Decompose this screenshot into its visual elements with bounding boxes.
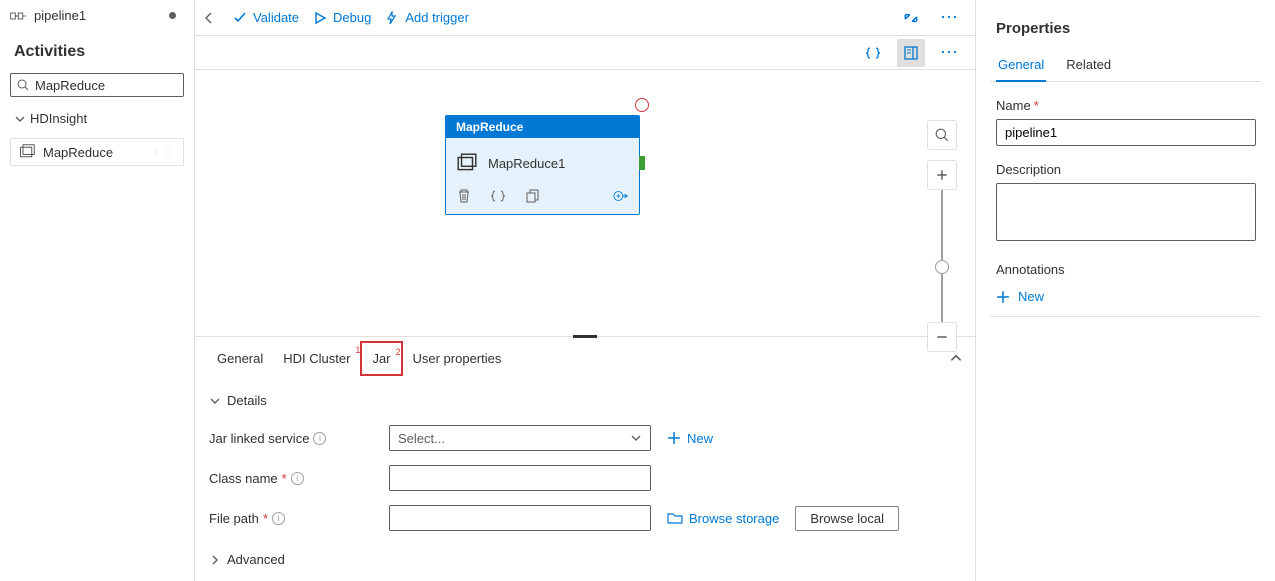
tab-general[interactable]: General	[207, 341, 273, 376]
file-path-input[interactable]	[389, 505, 651, 531]
pipeline-tab[interactable]: pipeline1	[0, 0, 194, 29]
trigger-icon	[385, 11, 399, 25]
jar-linked-service-select[interactable]: Select...	[389, 425, 651, 451]
tab-hdi-label: HDI Cluster	[283, 351, 350, 366]
new-linked-service-button[interactable]: New	[667, 431, 713, 446]
required-asterisk: *	[282, 471, 287, 486]
check-icon	[233, 11, 247, 25]
required-asterisk: *	[1034, 98, 1039, 113]
description-label: Description	[996, 162, 1061, 177]
collapse-panel-icon[interactable]	[949, 351, 963, 365]
chevron-down-icon	[14, 113, 26, 125]
details-section-toggle[interactable]: Details	[209, 385, 961, 418]
more-icon[interactable]: ⋯	[935, 39, 963, 67]
expand-icon[interactable]	[897, 4, 925, 32]
more-top-icon[interactable]: ⋯	[935, 4, 963, 32]
advanced-section-toggle[interactable]: Advanced	[209, 538, 961, 567]
search-icon	[17, 79, 29, 91]
mapreduce-icon	[19, 144, 35, 160]
chevron-down-icon	[630, 432, 642, 444]
delete-icon[interactable]	[456, 188, 472, 204]
node-error-indicator	[635, 98, 649, 112]
node-header: MapReduce	[446, 116, 639, 138]
props-tab-general[interactable]: General	[996, 49, 1046, 82]
properties-title: Properties	[990, 0, 1261, 49]
add-trigger-button[interactable]: Add trigger	[385, 10, 469, 25]
activity-label: MapReduce	[43, 145, 113, 160]
category-hdinsight[interactable]: HDInsight	[0, 101, 194, 134]
properties-toggle-button[interactable]	[897, 39, 925, 67]
mapreduce-icon	[456, 152, 478, 174]
pipeline-tab-label: pipeline1	[34, 8, 86, 23]
activities-title: Activities	[14, 43, 85, 61]
pipeline-name-input[interactable]	[996, 119, 1256, 146]
info-icon[interactable]: i	[272, 512, 285, 525]
chevron-right-icon	[209, 554, 221, 566]
name-label: Name	[996, 98, 1031, 113]
validate-label: Validate	[253, 10, 299, 25]
required-asterisk: *	[263, 511, 268, 526]
validate-button[interactable]: Validate	[233, 10, 299, 25]
zoom-slider[interactable]	[941, 190, 943, 322]
add-trigger-label: Add trigger	[405, 10, 469, 25]
collapse-left-icon[interactable]	[199, 12, 219, 24]
tab-hdi-cluster[interactable]: HDI Cluster 1	[273, 341, 360, 376]
tab-jar-badge: 2	[395, 347, 400, 357]
info-icon[interactable]: i	[313, 432, 326, 445]
browse-storage-label: Browse storage	[689, 511, 779, 526]
play-icon	[313, 11, 327, 25]
node-name: MapReduce1	[488, 156, 565, 171]
canvas-search-button[interactable]	[927, 120, 957, 150]
tab-jar[interactable]: Jar 2	[360, 341, 402, 376]
advanced-label: Advanced	[227, 552, 285, 567]
chevron-down-icon	[209, 395, 221, 407]
new-label: New	[1018, 289, 1044, 304]
node-mapreduce[interactable]: MapReduce MapReduce1	[445, 115, 640, 215]
unsaved-indicator-dot	[169, 12, 176, 19]
select-placeholder: Select...	[398, 431, 445, 446]
browse-local-button[interactable]: Browse local	[795, 506, 899, 531]
add-output-icon[interactable]	[613, 188, 629, 204]
pipeline-icon	[10, 9, 28, 23]
plus-icon	[667, 431, 681, 445]
plus-icon	[996, 290, 1010, 304]
search-input[interactable]: MapReduce	[10, 73, 184, 97]
browse-storage-button[interactable]: Browse storage	[667, 511, 779, 526]
zoom-thumb[interactable]	[935, 260, 949, 274]
class-name-label: Class name	[209, 471, 278, 486]
annotations-label: Annotations	[996, 262, 1261, 277]
code-icon[interactable]	[490, 188, 506, 204]
drag-handle-icon: ⋮⋮	[151, 147, 175, 158]
props-tab-related[interactable]: Related	[1064, 49, 1113, 81]
node-output-handle[interactable]	[639, 156, 645, 170]
debug-label: Debug	[333, 10, 371, 25]
category-label: HDInsight	[30, 111, 87, 126]
zoom-in-button[interactable]	[927, 160, 957, 190]
tab-user-properties[interactable]: User properties	[403, 341, 512, 376]
class-name-input[interactable]	[389, 465, 651, 491]
json-icon[interactable]	[859, 39, 887, 67]
new-annotation-button[interactable]: New	[996, 289, 1261, 304]
search-value: MapReduce	[35, 78, 177, 93]
details-label: Details	[227, 393, 267, 408]
description-input[interactable]	[996, 183, 1256, 241]
new-label: New	[687, 431, 713, 446]
activity-mapreduce[interactable]: MapReduce ⋮⋮	[10, 138, 184, 166]
pipeline-canvas[interactable]: MapReduce MapReduce1	[195, 70, 975, 337]
jar-linked-label: Jar linked service	[209, 431, 309, 446]
clone-icon[interactable]	[524, 188, 540, 204]
folder-icon	[667, 511, 683, 525]
tab-jar-label: Jar	[372, 351, 390, 366]
file-path-label: File path	[209, 511, 259, 526]
debug-button[interactable]: Debug	[313, 10, 371, 25]
info-icon[interactable]: i	[291, 472, 304, 485]
